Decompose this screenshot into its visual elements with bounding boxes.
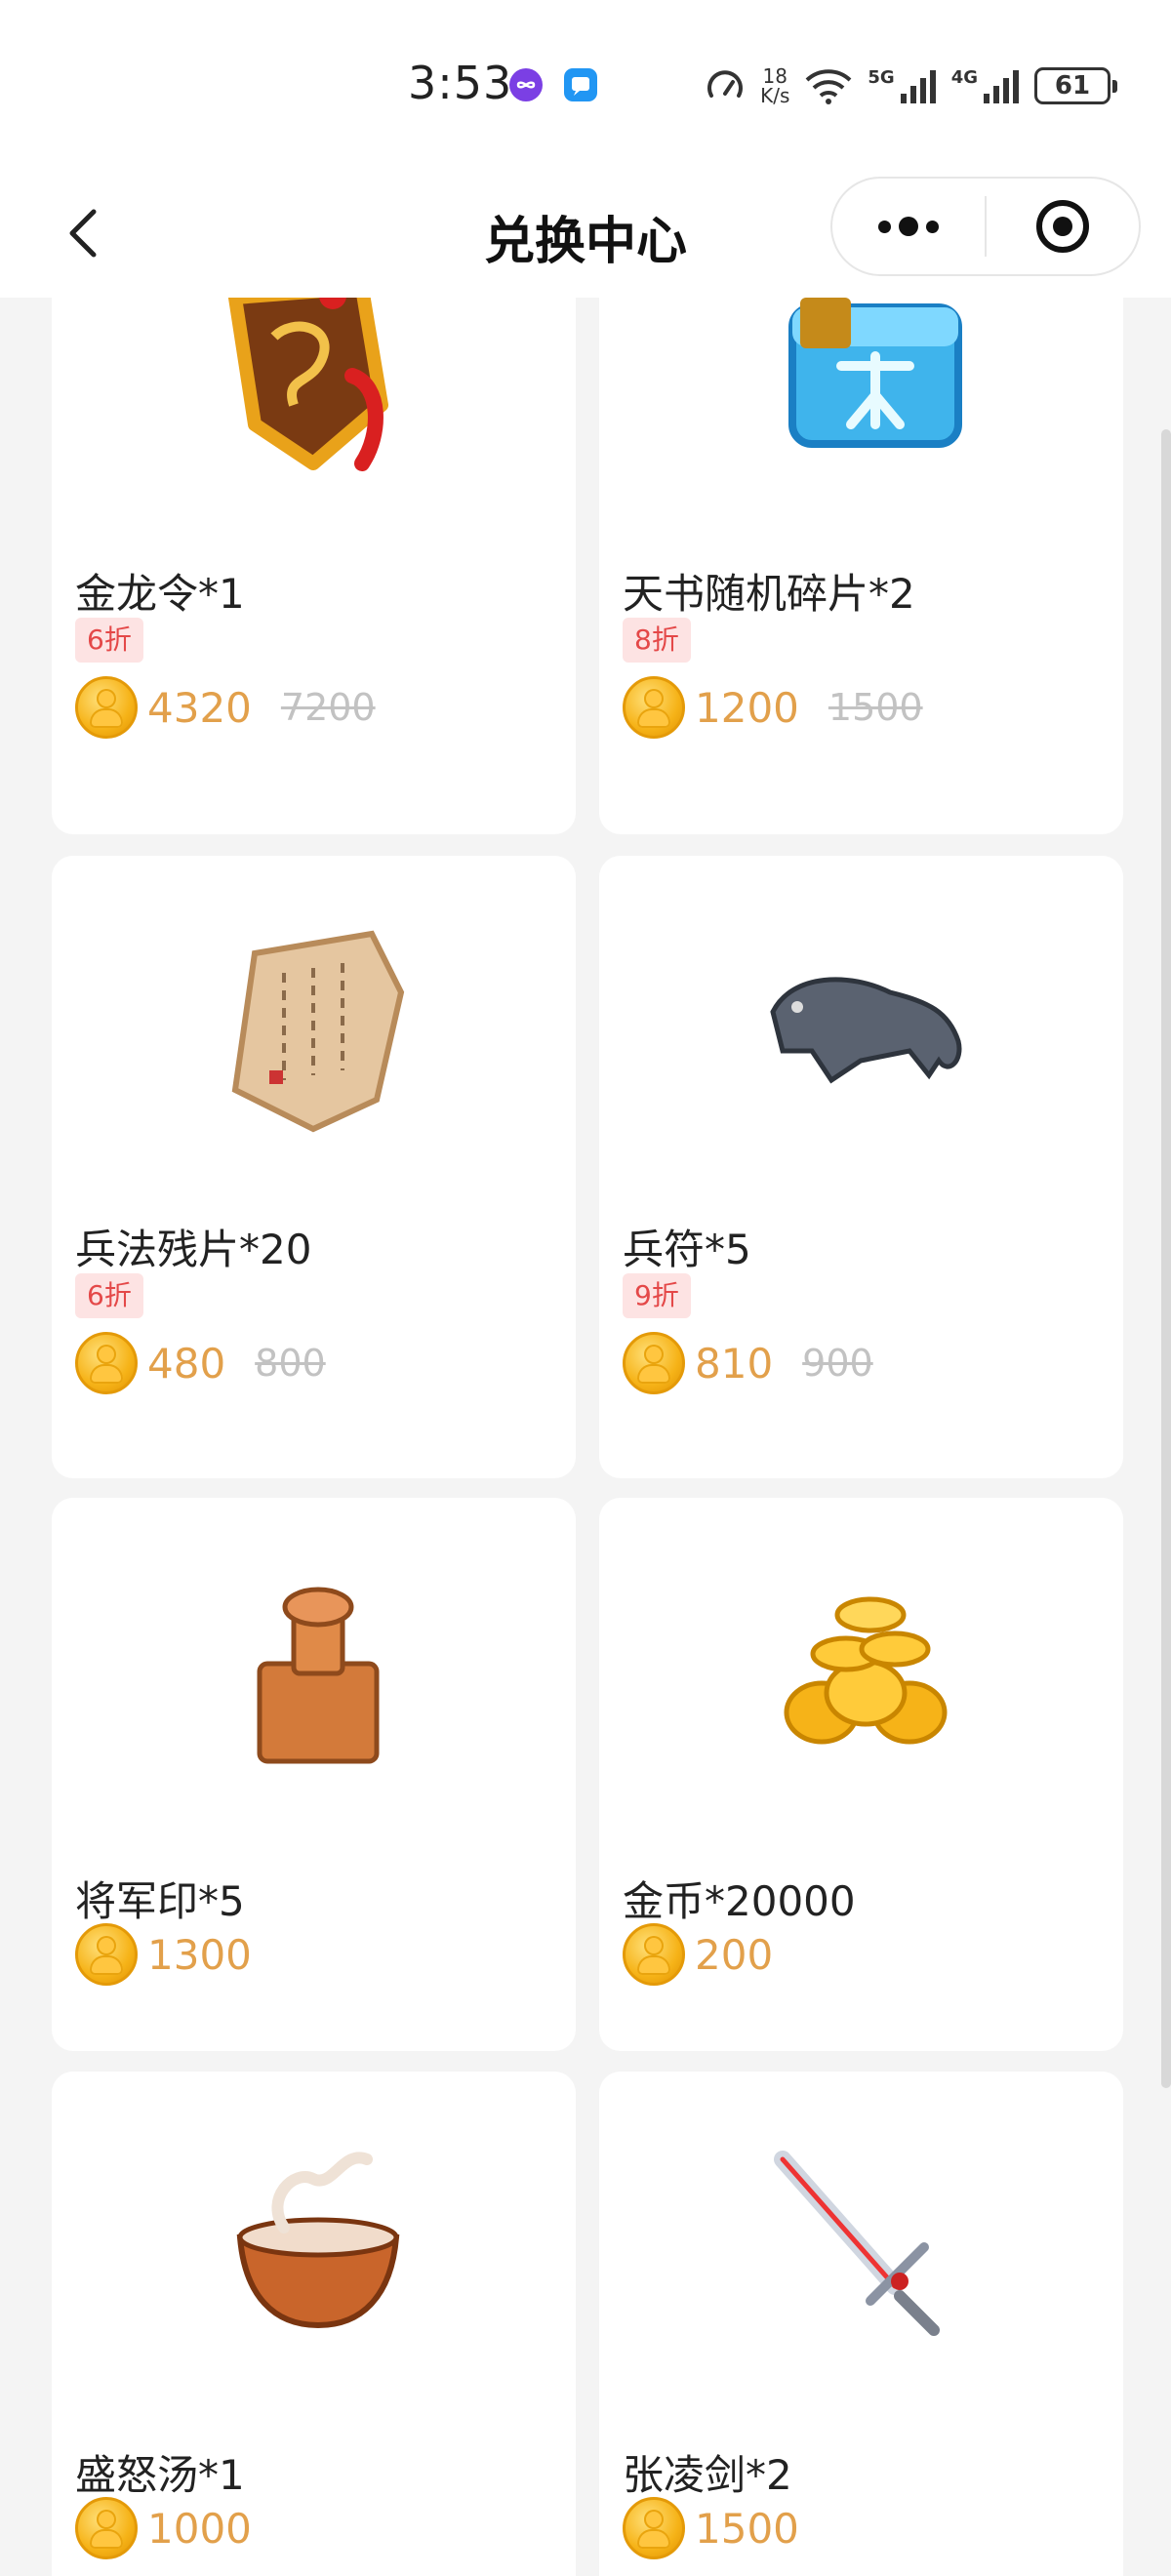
cell-signal-icon-1 [900,70,936,103]
exchange-item-card[interactable]: 将军印*5 1300 [52,1498,576,2051]
net-speed-unit: K/s [760,84,790,107]
exchange-item-card[interactable]: 金龙令*1 6折 4320 7200 [52,298,576,834]
net-speed-value: 18 [762,64,787,88]
price-row: 1000 [75,2497,252,2559]
tiger-tally-icon [770,977,962,1084]
exchange-item-card[interactable]: 兵符*5 9折 810 900 [599,856,1123,1478]
item-original-price: 1500 [828,686,923,729]
exchange-item-card[interactable]: 天书随机碎片*2 8折 1200 1500 [599,298,1123,834]
item-name: 天书随机碎片*2 [623,570,915,618]
target-close-icon [1036,200,1089,253]
item-name: 兵符*5 [623,1226,751,1273]
discount-badge: 9折 [623,1273,691,1318]
app-notification-icon [509,68,543,101]
wifi-icon [806,69,852,104]
tianshu-fragment-chest-icon [788,298,962,448]
coin-icon [623,1923,685,1986]
item-price: 1500 [695,2504,799,2553]
item-name: 金币*20000 [623,1877,856,1925]
nav-bar: 兑换中心 [0,171,1171,298]
item-original-price: 7200 [280,686,376,729]
coin-icon [75,2497,138,2559]
item-original-price: 800 [255,1342,326,1385]
scrollbar[interactable] [1161,429,1171,2088]
item-price: 1000 [147,2504,252,2553]
golden-dragon-token-icon [228,298,388,471]
item-price: 1200 [695,683,799,732]
price-row: 480 800 [75,1332,326,1394]
coin-icon [623,1332,685,1394]
coin-icon [75,676,138,739]
battery-level: 61 [1054,71,1091,101]
status-indicators: 18 K/s 5G 4G 61 [704,60,1117,111]
exchange-item-card[interactable]: 张凌剑*2 1500 [599,2072,1123,2576]
coin-icon [623,676,685,739]
price-row: 1500 [623,2497,799,2559]
coin-icon [623,2497,685,2559]
war-scroll-fragment-icon [231,930,405,1133]
item-name: 将军印*5 [75,1877,245,1925]
zhangling-sword-icon [774,2151,940,2336]
price-row: 1200 1500 [623,676,923,739]
item-name: 金龙令*1 [75,570,245,618]
item-original-price: 900 [802,1342,873,1385]
discount-badge: 6折 [75,1273,143,1318]
item-price: 810 [695,1339,774,1388]
status-time: 3:53 [408,57,513,109]
message-notification-icon [564,68,597,101]
exchange-item-card[interactable]: 盛怒汤*1 1000 [52,2072,576,2576]
item-price: 480 [147,1339,226,1388]
signal-label-2: 4G [950,66,978,88]
gold-coin-pile-icon [784,1596,948,1745]
exchange-item-card[interactable]: 兵法残片*20 6折 480 800 [52,856,576,1478]
discount-badge: 8折 [623,618,691,663]
price-row: 810 900 [623,1332,873,1394]
discount-badge: 6折 [75,618,143,663]
item-name: 兵法残片*20 [75,1226,312,1273]
battery-icon: 61 [1034,67,1117,104]
data-saver-icon [707,70,744,98]
more-dots-icon [878,217,939,236]
status-bar: 3:53 18 K/s 5G 4G 61 [0,0,1171,171]
price-row: 4320 7200 [75,676,376,739]
price-row: 200 [623,1923,773,1986]
coin-icon [75,1332,138,1394]
item-name: 盛怒汤*1 [75,2451,245,2499]
exchange-item-grid: 金龙令*1 6折 4320 7200 天书随机碎片*2 8折 1200 1500 [0,298,1171,2576]
net-speed: 18 K/s [760,66,789,105]
close-mini-program-button[interactable] [987,179,1139,274]
coin-icon [75,1923,138,1986]
item-price: 1300 [147,1930,252,1979]
signal-label-1: 5G [868,66,895,88]
item-price: 200 [695,1930,774,1979]
item-price: 4320 [147,683,252,732]
cell-signal-icon-2 [984,70,1019,103]
price-row: 1300 [75,1923,252,1986]
rage-soup-bowl-icon [236,2152,400,2329]
item-name: 张凌剑*2 [623,2451,792,2499]
general-seal-icon [257,1587,380,1764]
mini-program-capsule [830,177,1141,276]
more-button[interactable] [832,179,985,274]
exchange-item-card[interactable]: 金币*20000 200 [599,1498,1123,2051]
